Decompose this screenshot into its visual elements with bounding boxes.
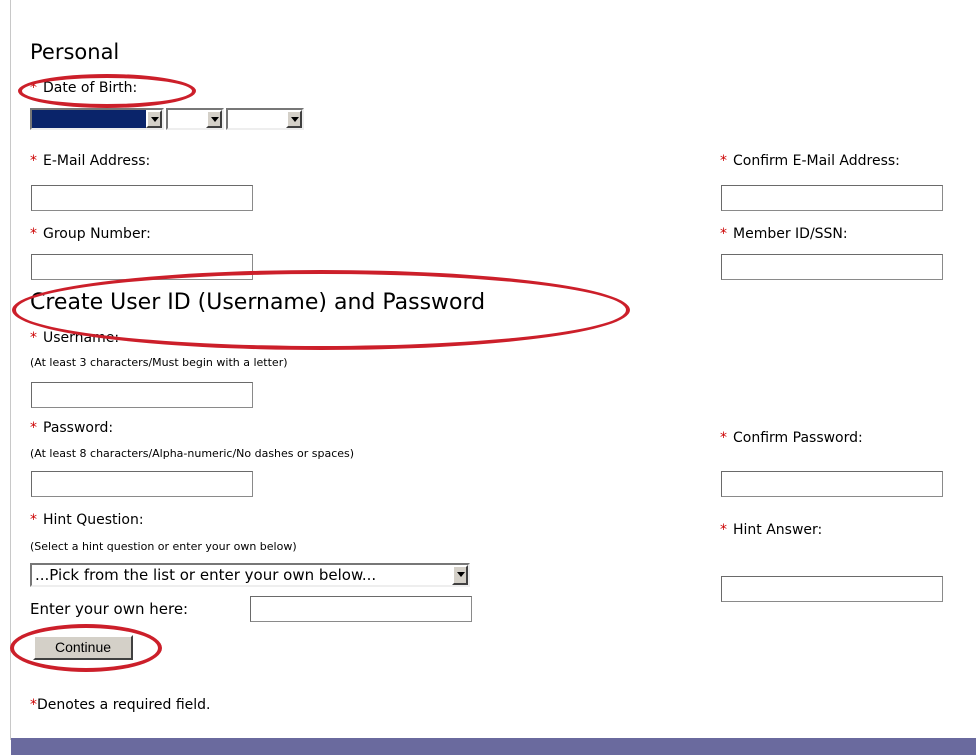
- member-label-row: * Member ID/SSN:: [720, 226, 848, 242]
- dob-label: Date of Birth:: [43, 80, 138, 96]
- password-label: Password:: [43, 420, 114, 436]
- footer-bar: [11, 738, 976, 755]
- email-label: E-Mail Address:: [43, 153, 151, 169]
- username-hint: (At least 3 characters/Must begin with a…: [30, 356, 288, 369]
- section-heading-personal: Personal: [30, 40, 120, 64]
- hint-answer-label-row: * Hint Answer:: [720, 522, 822, 538]
- confirm-password-label-row: * Confirm Password:: [720, 430, 863, 446]
- hint-question-selected: ...Pick from the list or enter your own …: [35, 566, 377, 584]
- username-input[interactable]: [31, 382, 253, 408]
- left-border: [10, 0, 11, 740]
- chevron-down-icon[interactable]: [206, 110, 222, 128]
- required-asterisk: *: [720, 226, 727, 242]
- required-asterisk: *: [30, 512, 37, 528]
- confirm-email-label-row: * Confirm E-Mail Address:: [720, 153, 900, 169]
- chevron-down-icon[interactable]: [286, 110, 302, 128]
- dob-year-select[interactable]: [226, 108, 304, 130]
- email-label-row: * E-Mail Address:: [30, 153, 150, 169]
- group-label: Group Number:: [43, 226, 151, 242]
- required-asterisk: *: [30, 226, 37, 242]
- dob-day-select[interactable]: [166, 108, 224, 130]
- chevron-down-icon[interactable]: [452, 565, 468, 585]
- confirm-password-input[interactable]: [721, 471, 943, 497]
- username-label-row: * Username:: [30, 330, 119, 346]
- password-label-row: * Password:: [30, 420, 113, 436]
- required-asterisk: *: [30, 420, 37, 436]
- required-asterisk: *: [30, 697, 37, 713]
- member-id-input[interactable]: [721, 254, 943, 280]
- hint-answer-input[interactable]: [721, 576, 943, 602]
- dob-month-select[interactable]: [30, 108, 164, 130]
- confirm-email-label: Confirm E-Mail Address:: [733, 153, 900, 169]
- dob-label-row: * Date of Birth:: [30, 80, 137, 96]
- required-note: *Denotes a required field.: [30, 697, 210, 713]
- hint-question-select[interactable]: ...Pick from the list or enter your own …: [30, 563, 470, 587]
- hint-question-label-row: * Hint Question:: [30, 512, 144, 528]
- own-question-input[interactable]: [250, 596, 472, 622]
- email-input[interactable]: [31, 185, 253, 211]
- required-asterisk: *: [30, 153, 37, 169]
- required-asterisk: *: [720, 430, 727, 446]
- section-heading-create-user-id: Create User ID (Username) and Password: [30, 290, 486, 315]
- password-hint: (At least 8 characters/Alpha-numeric/No …: [30, 447, 355, 460]
- username-label: Username:: [43, 330, 120, 346]
- hint-answer-label: Hint Answer:: [733, 522, 823, 538]
- required-asterisk: *: [720, 522, 727, 538]
- group-label-row: * Group Number:: [30, 226, 151, 242]
- chevron-down-icon[interactable]: [146, 110, 162, 128]
- required-asterisk: *: [720, 153, 727, 169]
- required-note-text: Denotes a required field.: [37, 697, 211, 713]
- confirm-password-label: Confirm Password:: [733, 430, 863, 446]
- required-asterisk: *: [30, 80, 37, 96]
- own-question-label: Enter your own here:: [30, 600, 189, 618]
- password-input[interactable]: [31, 471, 253, 497]
- group-number-input[interactable]: [31, 254, 253, 280]
- confirm-email-input[interactable]: [721, 185, 943, 211]
- hint-question-label: Hint Question:: [43, 512, 144, 528]
- member-label: Member ID/SSN:: [733, 226, 848, 242]
- continue-button[interactable]: Continue: [33, 635, 133, 660]
- required-asterisk: *: [30, 330, 37, 346]
- hint-question-hint: (Select a hint question or enter your ow…: [30, 540, 297, 553]
